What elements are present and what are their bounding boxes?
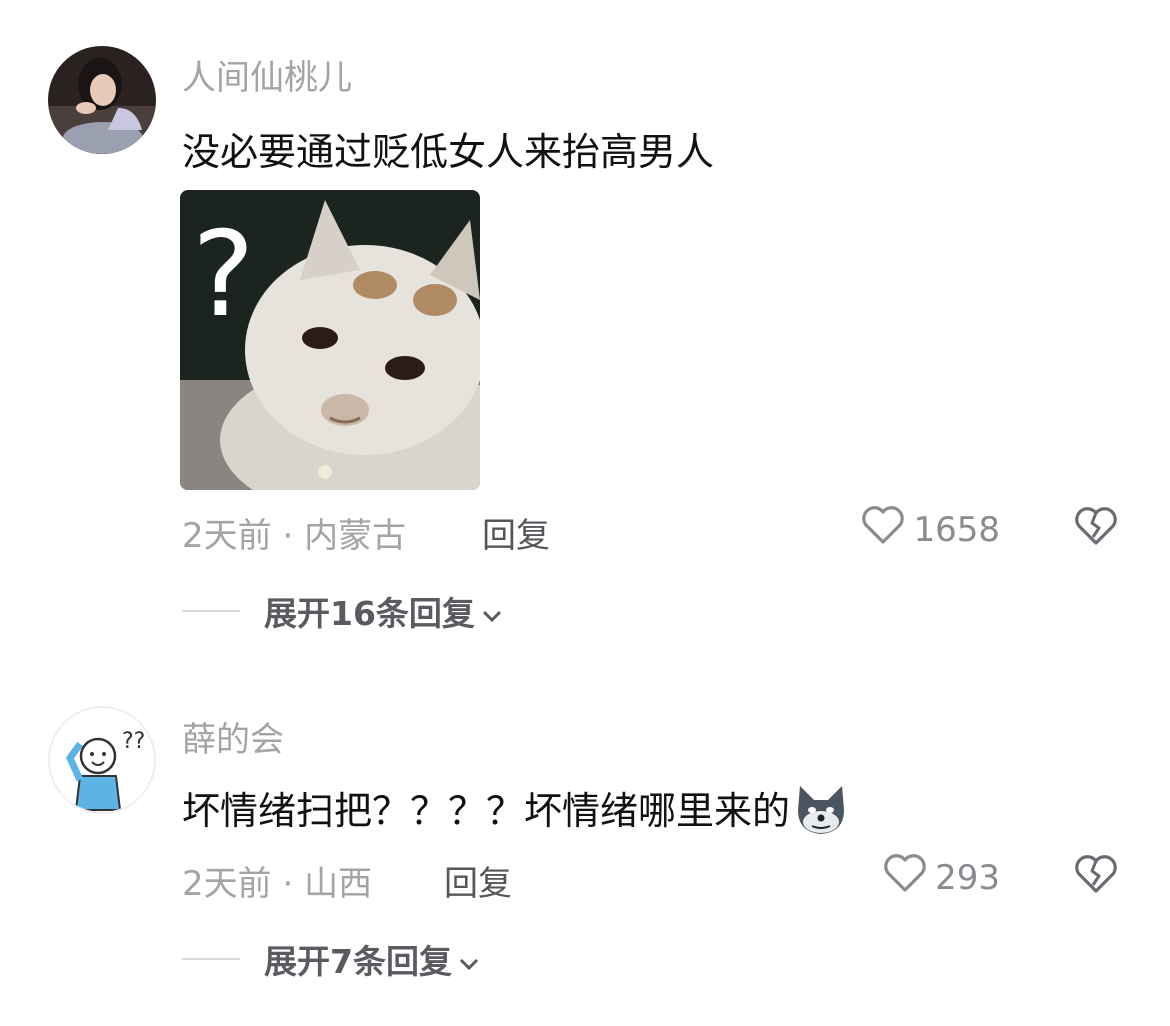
meta-separator: · bbox=[282, 864, 294, 904]
expand-replies-button[interactable]: 展开7条回复 bbox=[182, 935, 480, 983]
comment-text: 没必要通过贬低女人来抬高男人 bbox=[182, 130, 715, 174]
svg-text:?: ? bbox=[192, 205, 255, 343]
reply-button[interactable]: 回复 bbox=[444, 856, 512, 905]
comment-text: 坏情绪扫把？？？？坏情绪哪里来的 bbox=[182, 780, 850, 847]
confused-cat-question-sticker[interactable]: ? bbox=[180, 190, 480, 490]
comment-location: 山西 bbox=[304, 864, 373, 904]
username[interactable]: 人间仙桃儿 bbox=[182, 50, 352, 99]
user-avatar[interactable] bbox=[48, 46, 156, 154]
expand-label: 展开7条回复 bbox=[264, 942, 452, 981]
chevron-down-icon bbox=[481, 592, 503, 631]
comment-meta: 2天前 · 山西 bbox=[182, 856, 372, 905]
svg-text:??: ?? bbox=[122, 729, 145, 754]
wolf-face-emoji bbox=[792, 780, 850, 847]
expand-replies-button[interactable]: 展开16条回复 bbox=[182, 587, 503, 635]
dislike-button[interactable] bbox=[1073, 505, 1119, 551]
username[interactable]: 薛的会 bbox=[182, 712, 284, 761]
reply-button[interactable]: 回复 bbox=[482, 508, 550, 557]
chevron-down-icon bbox=[458, 940, 480, 979]
broken-heart-icon bbox=[1073, 855, 1119, 899]
divider-line bbox=[182, 958, 240, 960]
comment-location: 内蒙古 bbox=[304, 516, 407, 556]
expand-label: 展开16条回复 bbox=[264, 594, 475, 633]
comment-text-body: 坏情绪扫把？？？？坏情绪哪里来的 bbox=[182, 789, 791, 833]
user-avatar[interactable]: ?? bbox=[48, 706, 156, 814]
heart-outline-icon bbox=[861, 505, 905, 554]
heart-outline-icon bbox=[883, 853, 927, 902]
divider-line bbox=[182, 610, 240, 612]
broken-heart-icon bbox=[1073, 507, 1119, 551]
like-button[interactable]: 293 bbox=[883, 853, 1000, 902]
comment-meta: 2天前 · 内蒙古 bbox=[182, 508, 406, 557]
like-count: 1658 bbox=[913, 509, 1000, 550]
like-button[interactable]: 1658 bbox=[861, 505, 1000, 554]
meta-separator: · bbox=[282, 516, 294, 556]
dislike-button[interactable] bbox=[1073, 853, 1119, 899]
like-count: 293 bbox=[935, 857, 1000, 898]
comment-time: 2天前 bbox=[182, 864, 272, 904]
comment-time: 2天前 bbox=[182, 516, 272, 556]
